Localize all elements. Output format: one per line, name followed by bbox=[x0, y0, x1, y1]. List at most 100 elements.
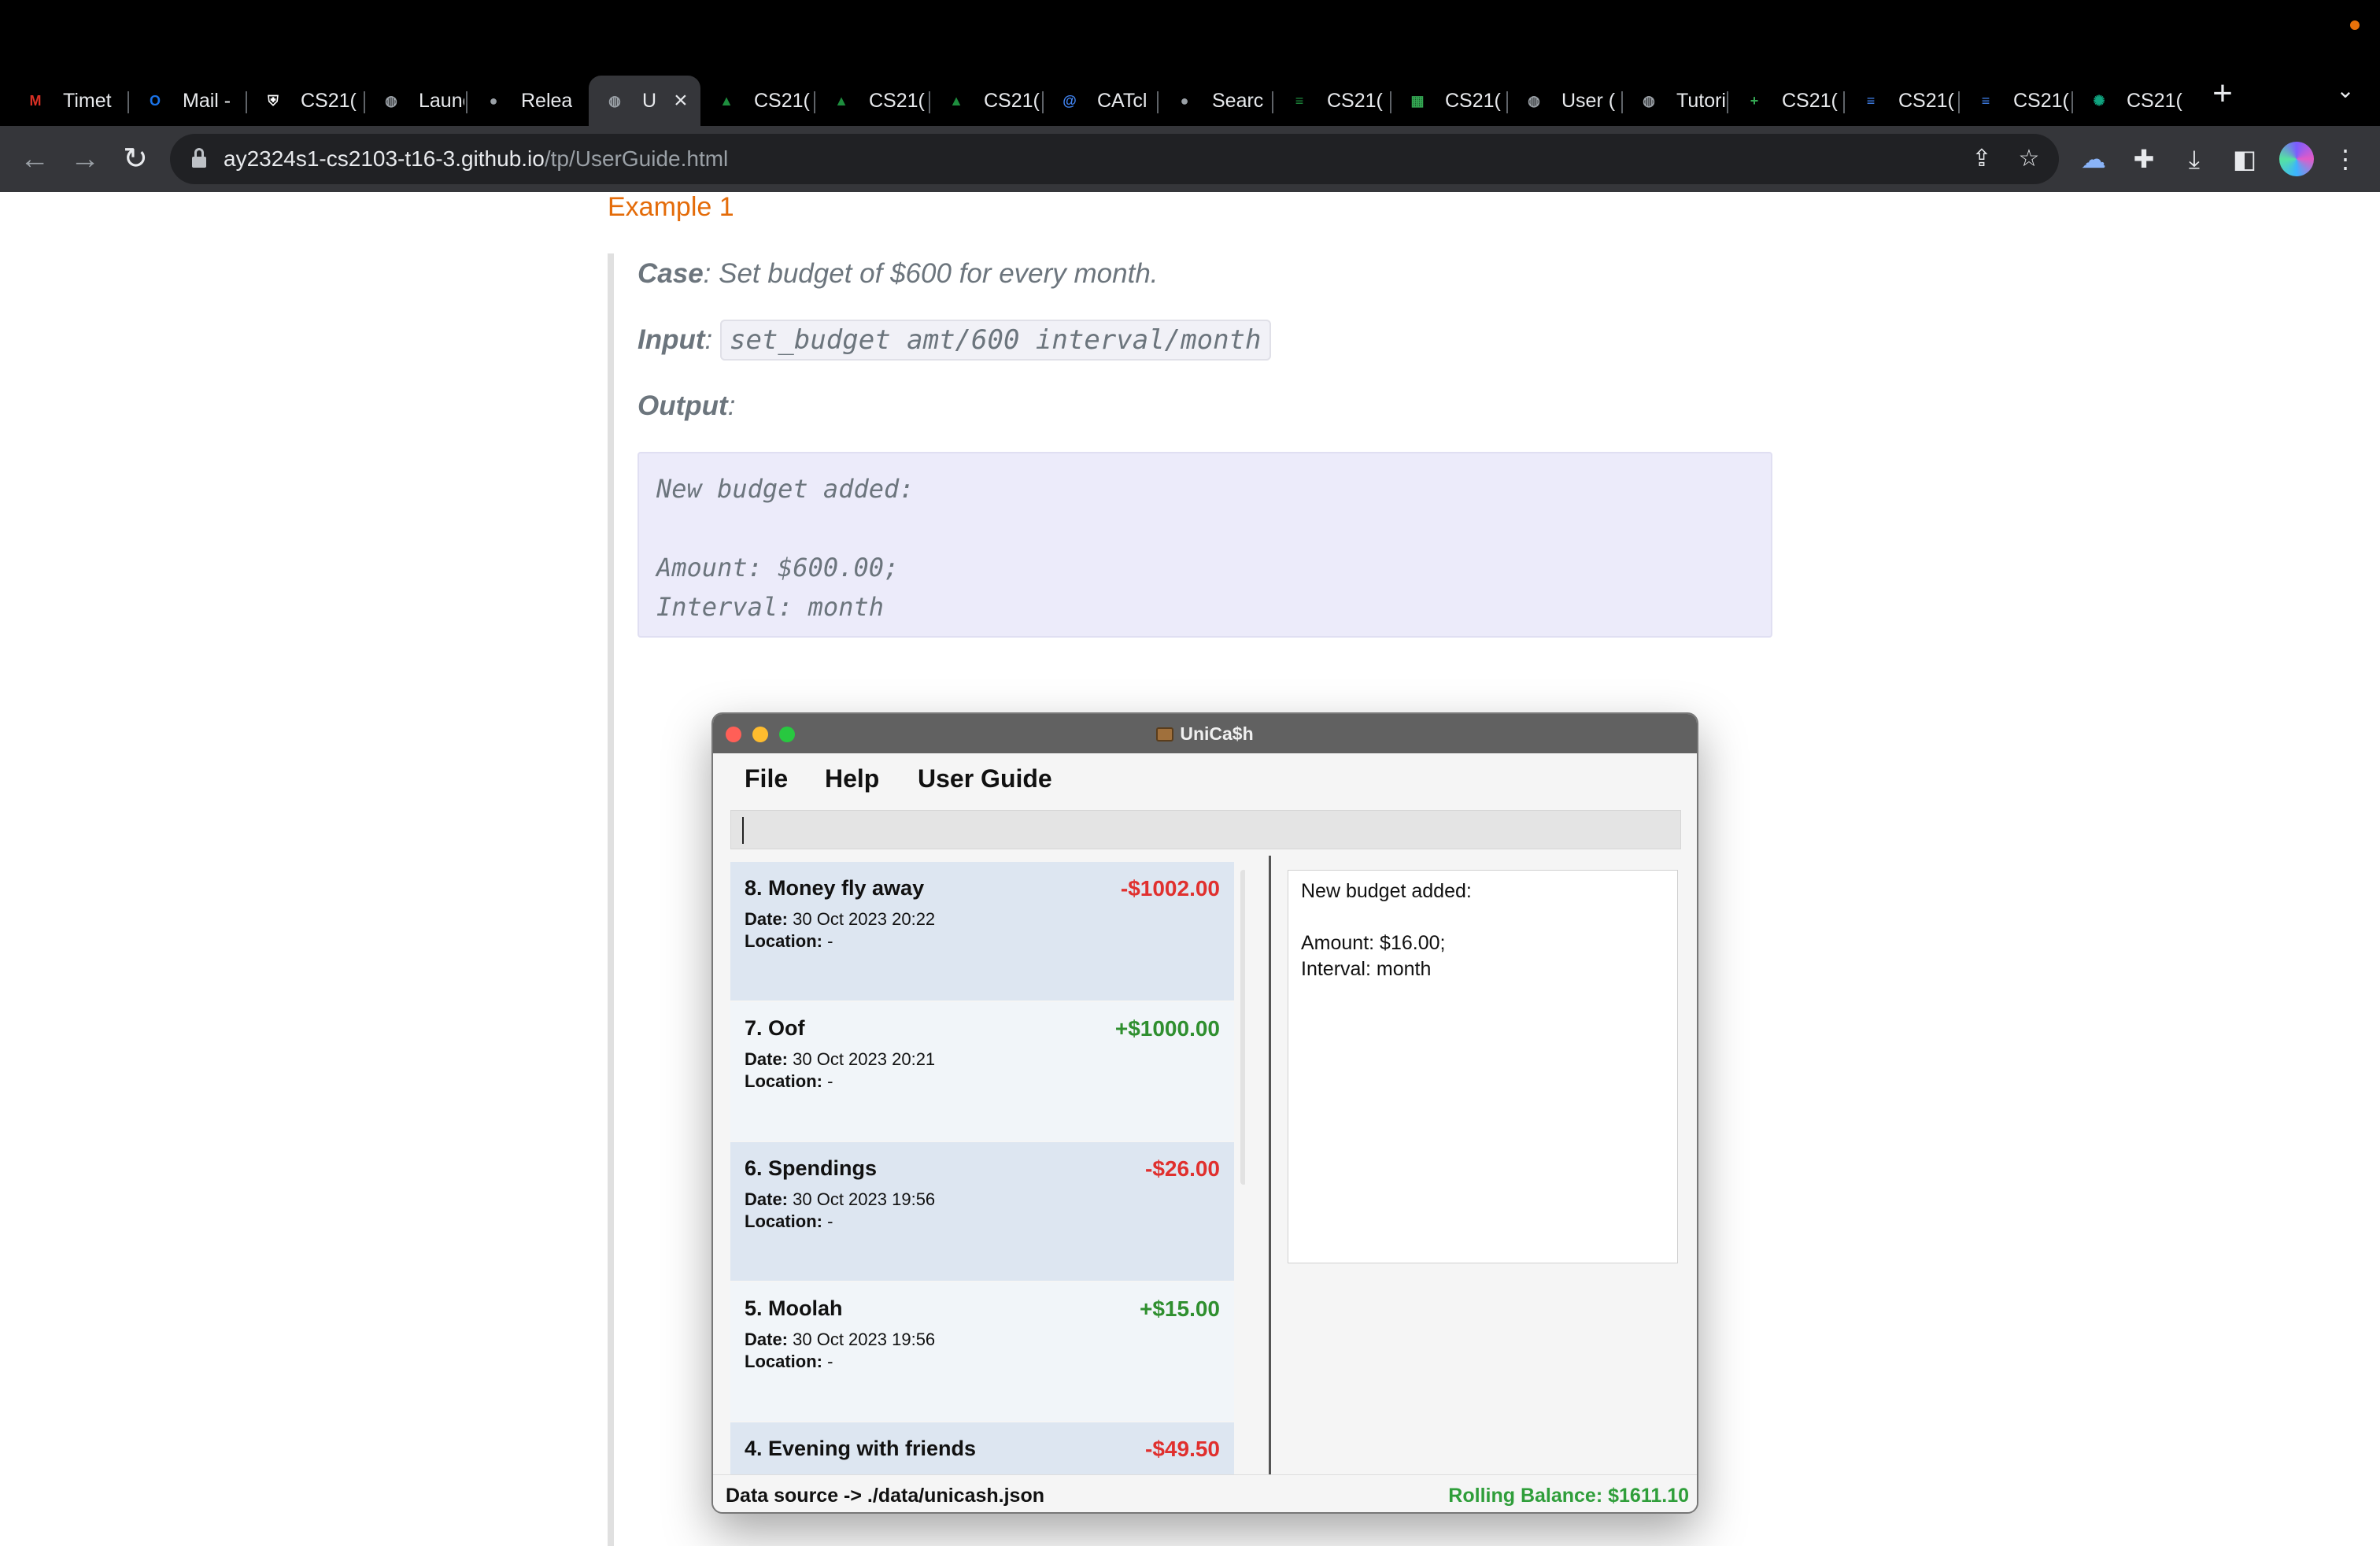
sheets-plus-icon: + bbox=[1750, 92, 1759, 109]
browser-tab[interactable]: @ CATcl bbox=[1044, 76, 1155, 126]
sheet-list-icon: ≡ bbox=[1295, 92, 1304, 109]
status-bar: Data source -> ./data/unicash.json Rolli… bbox=[713, 1474, 1697, 1512]
openai-icon: ✺ bbox=[2093, 92, 2105, 109]
browser-tab[interactable]: ✺ CS21( bbox=[2073, 76, 2188, 126]
transaction-amount: +$1000.00 bbox=[1114, 1016, 1220, 1041]
tab-label: Mail - bbox=[183, 89, 231, 112]
forward-arrow-icon[interactable]: → bbox=[65, 139, 105, 179]
date-label: Date: bbox=[745, 1330, 789, 1349]
text-caret bbox=[742, 817, 744, 844]
transaction-amount: -$26.00 bbox=[1145, 1156, 1220, 1181]
github-icon: ● bbox=[1180, 92, 1189, 109]
location-value: - bbox=[827, 1352, 833, 1371]
app-title: UniCa$h bbox=[713, 714, 1697, 753]
browser-tab[interactable]: ◍ Launc bbox=[365, 76, 464, 126]
transaction-location: Location: - bbox=[745, 1211, 833, 1232]
browser-tab[interactable]: + CS21( bbox=[1728, 76, 1842, 126]
transaction-list: 8. Money fly away -$1002.00 Date: 30 Oct 2… bbox=[713, 862, 1245, 1476]
tab-label: U bbox=[642, 89, 657, 112]
case-text: : Set budget of $600 for every month. bbox=[703, 258, 1159, 289]
github-icon: ● bbox=[489, 92, 498, 109]
location-value: - bbox=[827, 1211, 833, 1231]
transaction-name: 6. Spendings bbox=[745, 1156, 878, 1180]
transaction-card: 4. Evening with friends -$49.50 bbox=[730, 1422, 1234, 1476]
url-text[interactable]: ay2324s1-cs2103-t16-3.github.io/tp/UserG… bbox=[224, 146, 728, 172]
browser-tab[interactable]: ◍ U × bbox=[589, 76, 700, 126]
address-bar[interactable]: ay2324s1-cs2103-t16-3.github.io/tp/UserG… bbox=[170, 134, 2059, 184]
bookmark-star-icon[interactable]: ☆ bbox=[2013, 145, 2045, 173]
browser-tab[interactable]: ● Relea bbox=[468, 76, 586, 126]
date-label: Date: bbox=[745, 1049, 789, 1069]
transaction-card: 6. Spendings -$26.00 Date: 30 Oct 2023 19:… bbox=[730, 1142, 1234, 1281]
transaction-location: Location: - bbox=[745, 1071, 833, 1092]
browser-tab[interactable]: ◍ Tutori bbox=[1623, 76, 1725, 126]
date-label: Date: bbox=[745, 1189, 789, 1209]
browser-tab[interactable]: M Timet bbox=[9, 76, 126, 126]
browser-tab[interactable]: O Mail - bbox=[129, 76, 244, 126]
transaction-name: 7. Oof bbox=[745, 1016, 805, 1040]
tab-label: Tutori bbox=[1676, 89, 1725, 112]
transaction-card: 7. Oof +$1000.00 Date: 30 Oct 2023 20:21 Lo… bbox=[730, 1002, 1234, 1141]
menu-user-guide: User Guide bbox=[918, 764, 1052, 793]
close-tab-icon[interactable]: × bbox=[674, 87, 688, 114]
list-scrollbar bbox=[1240, 870, 1245, 1185]
case-line: Case: Set budget of $600 for every month… bbox=[638, 258, 1159, 290]
transaction-location: Location: - bbox=[745, 1352, 833, 1372]
docs-icon: ≡ bbox=[1981, 92, 1990, 109]
reload-icon[interactable]: ↻ bbox=[115, 139, 156, 179]
tab-label: CS21( bbox=[869, 89, 925, 112]
input-key: Input bbox=[638, 324, 705, 355]
tab-label: CS21( bbox=[2013, 89, 2069, 112]
treasure-chest-icon bbox=[1156, 727, 1174, 742]
browser-tab[interactable]: ▲ CS21( bbox=[700, 76, 812, 126]
graduation-cap-icon: ▲ bbox=[719, 92, 734, 109]
browser-tab[interactable]: ≡ CS21( bbox=[1273, 76, 1388, 126]
new-tab-button[interactable]: + bbox=[2205, 74, 2240, 117]
transaction-location: Location: - bbox=[745, 931, 833, 952]
page-content: Example 1 Case: Set budget of $600 for e… bbox=[0, 192, 2380, 1546]
profile-avatar[interactable] bbox=[2279, 142, 2314, 176]
browser-toolbar: ← → ↻ ay2324s1-cs2103-t16-3.github.io/tp… bbox=[0, 126, 2380, 192]
transaction-date: Date: 30 Oct 2023 20:21 bbox=[745, 1049, 935, 1070]
app-title-text: UniCa$h bbox=[1180, 723, 1254, 744]
browser-tab[interactable]: ▲ CS21( bbox=[930, 76, 1040, 126]
transaction-date: Date: 30 Oct 2023 20:22 bbox=[745, 909, 935, 930]
output-code-block: New budget added: Amount: $600.00; Inter… bbox=[638, 452, 1772, 638]
back-arrow-icon[interactable]: ← bbox=[14, 139, 55, 179]
browser-tab[interactable]: ▲ CS21( bbox=[815, 76, 927, 126]
tab-search-chevron-icon[interactable]: ⌄ bbox=[2330, 77, 2361, 112]
date-value: 30 Oct 2023 19:56 bbox=[793, 1189, 936, 1209]
browser-tab[interactable]: ▦ CS21( bbox=[1391, 76, 1505, 126]
unicash-app-screenshot: UniCa$h File Help User Guide 8. Money fl… bbox=[711, 712, 1698, 1514]
extensions-puzzle-icon[interactable]: ✚ bbox=[2125, 140, 2163, 178]
lock-icon[interactable] bbox=[192, 148, 206, 168]
menu-file: File bbox=[745, 764, 789, 793]
browser-tab[interactable]: ● Searc bbox=[1159, 76, 1270, 126]
side-panel-icon[interactable]: ◧ bbox=[2226, 140, 2264, 178]
transaction-name: 5. Moolah bbox=[745, 1296, 843, 1320]
share-icon[interactable]: ⇪ bbox=[1966, 145, 1998, 173]
rolling-balance: Rolling Balance: $1611.10 bbox=[1448, 1485, 1689, 1507]
data-source-label: Data source -> ./data/unicash.json bbox=[726, 1485, 1044, 1507]
command-input bbox=[730, 810, 1681, 849]
input-colon: : bbox=[704, 324, 720, 355]
browser-tab[interactable]: ◍ User ( bbox=[1508, 76, 1620, 126]
tab-label: CS21( bbox=[1327, 89, 1383, 112]
menu-help: Help bbox=[825, 764, 880, 793]
transaction-date: Date: 30 Oct 2023 19:56 bbox=[745, 1189, 935, 1210]
cloud-extension-icon[interactable]: ☁ bbox=[2075, 140, 2112, 178]
catcher-icon: @ bbox=[1062, 92, 1077, 109]
globe-icon: ◍ bbox=[1528, 92, 1540, 109]
download-icon[interactable]: ⤓ bbox=[2175, 140, 2213, 178]
mail-m-icon: M bbox=[29, 92, 42, 109]
browser-tab[interactable]: ⛨ CS21( bbox=[247, 76, 362, 126]
location-label: Location: bbox=[745, 1211, 822, 1231]
input-code: set_budget amt/600 interval/month bbox=[719, 320, 1271, 361]
more-menu-icon[interactable]: ⋮ bbox=[2326, 140, 2364, 178]
browser-tab[interactable]: ≡ CS21( bbox=[1845, 76, 1957, 126]
tab-strip: M Timet O Mail - ⛨ CS21(◍ Launc ● Relea ◍ U × ▲ CS21(… bbox=[0, 69, 2380, 126]
globe-icon: ◍ bbox=[385, 92, 397, 109]
url-path: /tp/UserGuide.html bbox=[544, 146, 729, 171]
browser-tab[interactable]: ≡ CS21( bbox=[1960, 76, 2070, 126]
globe-icon: ◍ bbox=[608, 92, 621, 109]
